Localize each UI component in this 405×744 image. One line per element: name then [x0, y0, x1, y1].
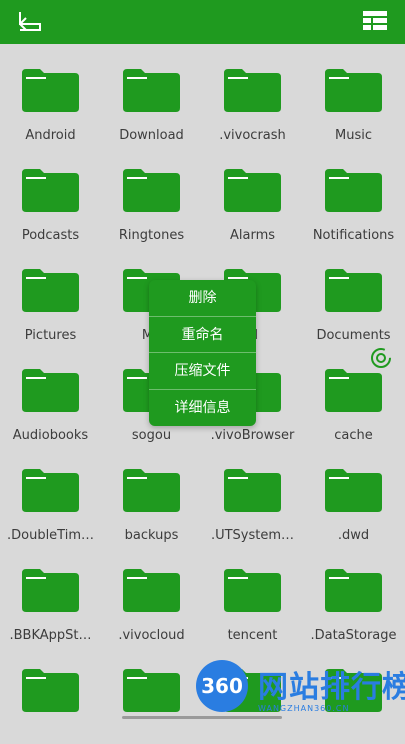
folder-icon [22, 669, 79, 712]
folder-icon [22, 569, 79, 612]
folder-label: Ringtones [118, 228, 185, 243]
folder-item[interactable]: Music [303, 44, 404, 144]
folder-item[interactable] [0, 644, 101, 744]
folder-label: Podcasts [21, 228, 80, 243]
folder-item[interactable]: Audiobooks [0, 344, 101, 444]
folder-icon [224, 69, 281, 112]
folder-icon [123, 569, 180, 612]
menu-item-compress[interactable]: 压缩文件 [149, 353, 256, 390]
folder-icon [22, 269, 79, 312]
folder-label: Music [335, 128, 372, 143]
folder-label: sogou [131, 428, 172, 443]
folder-label: .vivoBrowser [210, 428, 295, 443]
folder-icon [22, 369, 79, 412]
folder-item[interactable]: Android [0, 44, 101, 144]
folder-label: backups [124, 528, 179, 543]
folder-label: Download [119, 128, 184, 143]
folder-label: Notifications [312, 228, 395, 243]
folder-icon [22, 169, 79, 212]
folder-item[interactable]: .UTSystem… [202, 444, 303, 544]
folder-icon [325, 269, 382, 312]
menu-item-rename[interactable]: 重命名 [149, 317, 256, 353]
top-toolbar [0, 0, 405, 44]
folder-label: .DoubleTim… [6, 528, 94, 543]
home-indicator[interactable] [122, 716, 282, 719]
folder-icon [22, 69, 79, 112]
folder-label: Audiobooks [12, 428, 89, 443]
folder-icon [123, 169, 180, 212]
folder-icon [224, 469, 281, 512]
folder-label: .BBKAppSt… [9, 628, 92, 643]
folder-icon [224, 569, 281, 612]
folder-icon [325, 369, 382, 412]
folder-item[interactable]: .dwd [303, 444, 404, 544]
folder-icon [22, 469, 79, 512]
watermark-badge: 360 [196, 660, 248, 712]
folder-label: Android [25, 128, 76, 143]
folder-icon [325, 69, 382, 112]
folder-item[interactable]: Alarms [202, 144, 303, 244]
refresh-icon[interactable] [369, 346, 393, 370]
folder-icon [325, 469, 382, 512]
folder-item[interactable]: Ringtones [101, 144, 202, 244]
folder-item[interactable]: .DoubleTim… [0, 444, 101, 544]
watermark-title: 网站排行榜 [258, 670, 405, 705]
folder-label: Alarms [229, 228, 276, 243]
folder-item[interactable]: Pictures [0, 244, 101, 344]
folder-item[interactable]: Notifications [303, 144, 404, 244]
grid-view-icon[interactable] [363, 11, 387, 31]
menu-item-details[interactable]: 详细信息 [149, 390, 256, 427]
folder-label: cache [334, 428, 373, 443]
folder-label: tencent [227, 628, 278, 643]
watermark-logo: 360 网站排行榜 WANGZHAN360.CN [196, 660, 405, 720]
folder-icon [224, 169, 281, 212]
folder-icon [325, 569, 382, 612]
back-arrow-icon[interactable] [14, 8, 46, 36]
menu-item-delete[interactable]: 删除 [149, 280, 256, 317]
folder-icon [123, 69, 180, 112]
folder-item[interactable]: .BBKAppSt… [0, 544, 101, 644]
folder-label: .DataStorage [310, 628, 397, 643]
folder-label: Pictures [24, 328, 77, 343]
folder-label: .UTSystem… [210, 528, 295, 543]
folder-item[interactable]: Podcasts [0, 144, 101, 244]
folder-item[interactable]: tencent [202, 544, 303, 644]
folder-item[interactable]: .vivocloud [101, 544, 202, 644]
folder-label: .vivocrash [219, 128, 286, 143]
folder-item[interactable]: .vivocrash [202, 44, 303, 144]
folder-item[interactable]: backups [101, 444, 202, 544]
folder-icon [325, 169, 382, 212]
folder-item[interactable] [101, 644, 202, 744]
folder-label: Documents [316, 328, 391, 343]
folder-icon [123, 469, 180, 512]
folder-label: .dwd [337, 528, 370, 543]
folder-item[interactable]: .DataStorage [303, 544, 404, 644]
context-menu: 删除 重命名 压缩文件 详细信息 [149, 280, 256, 426]
folder-label: .vivocloud [118, 628, 185, 643]
folder-icon [123, 669, 180, 712]
folder-item[interactable]: Documents [303, 244, 404, 344]
watermark-subtitle: WANGZHAN360.CN [258, 704, 350, 713]
folder-item[interactable]: Download [101, 44, 202, 144]
